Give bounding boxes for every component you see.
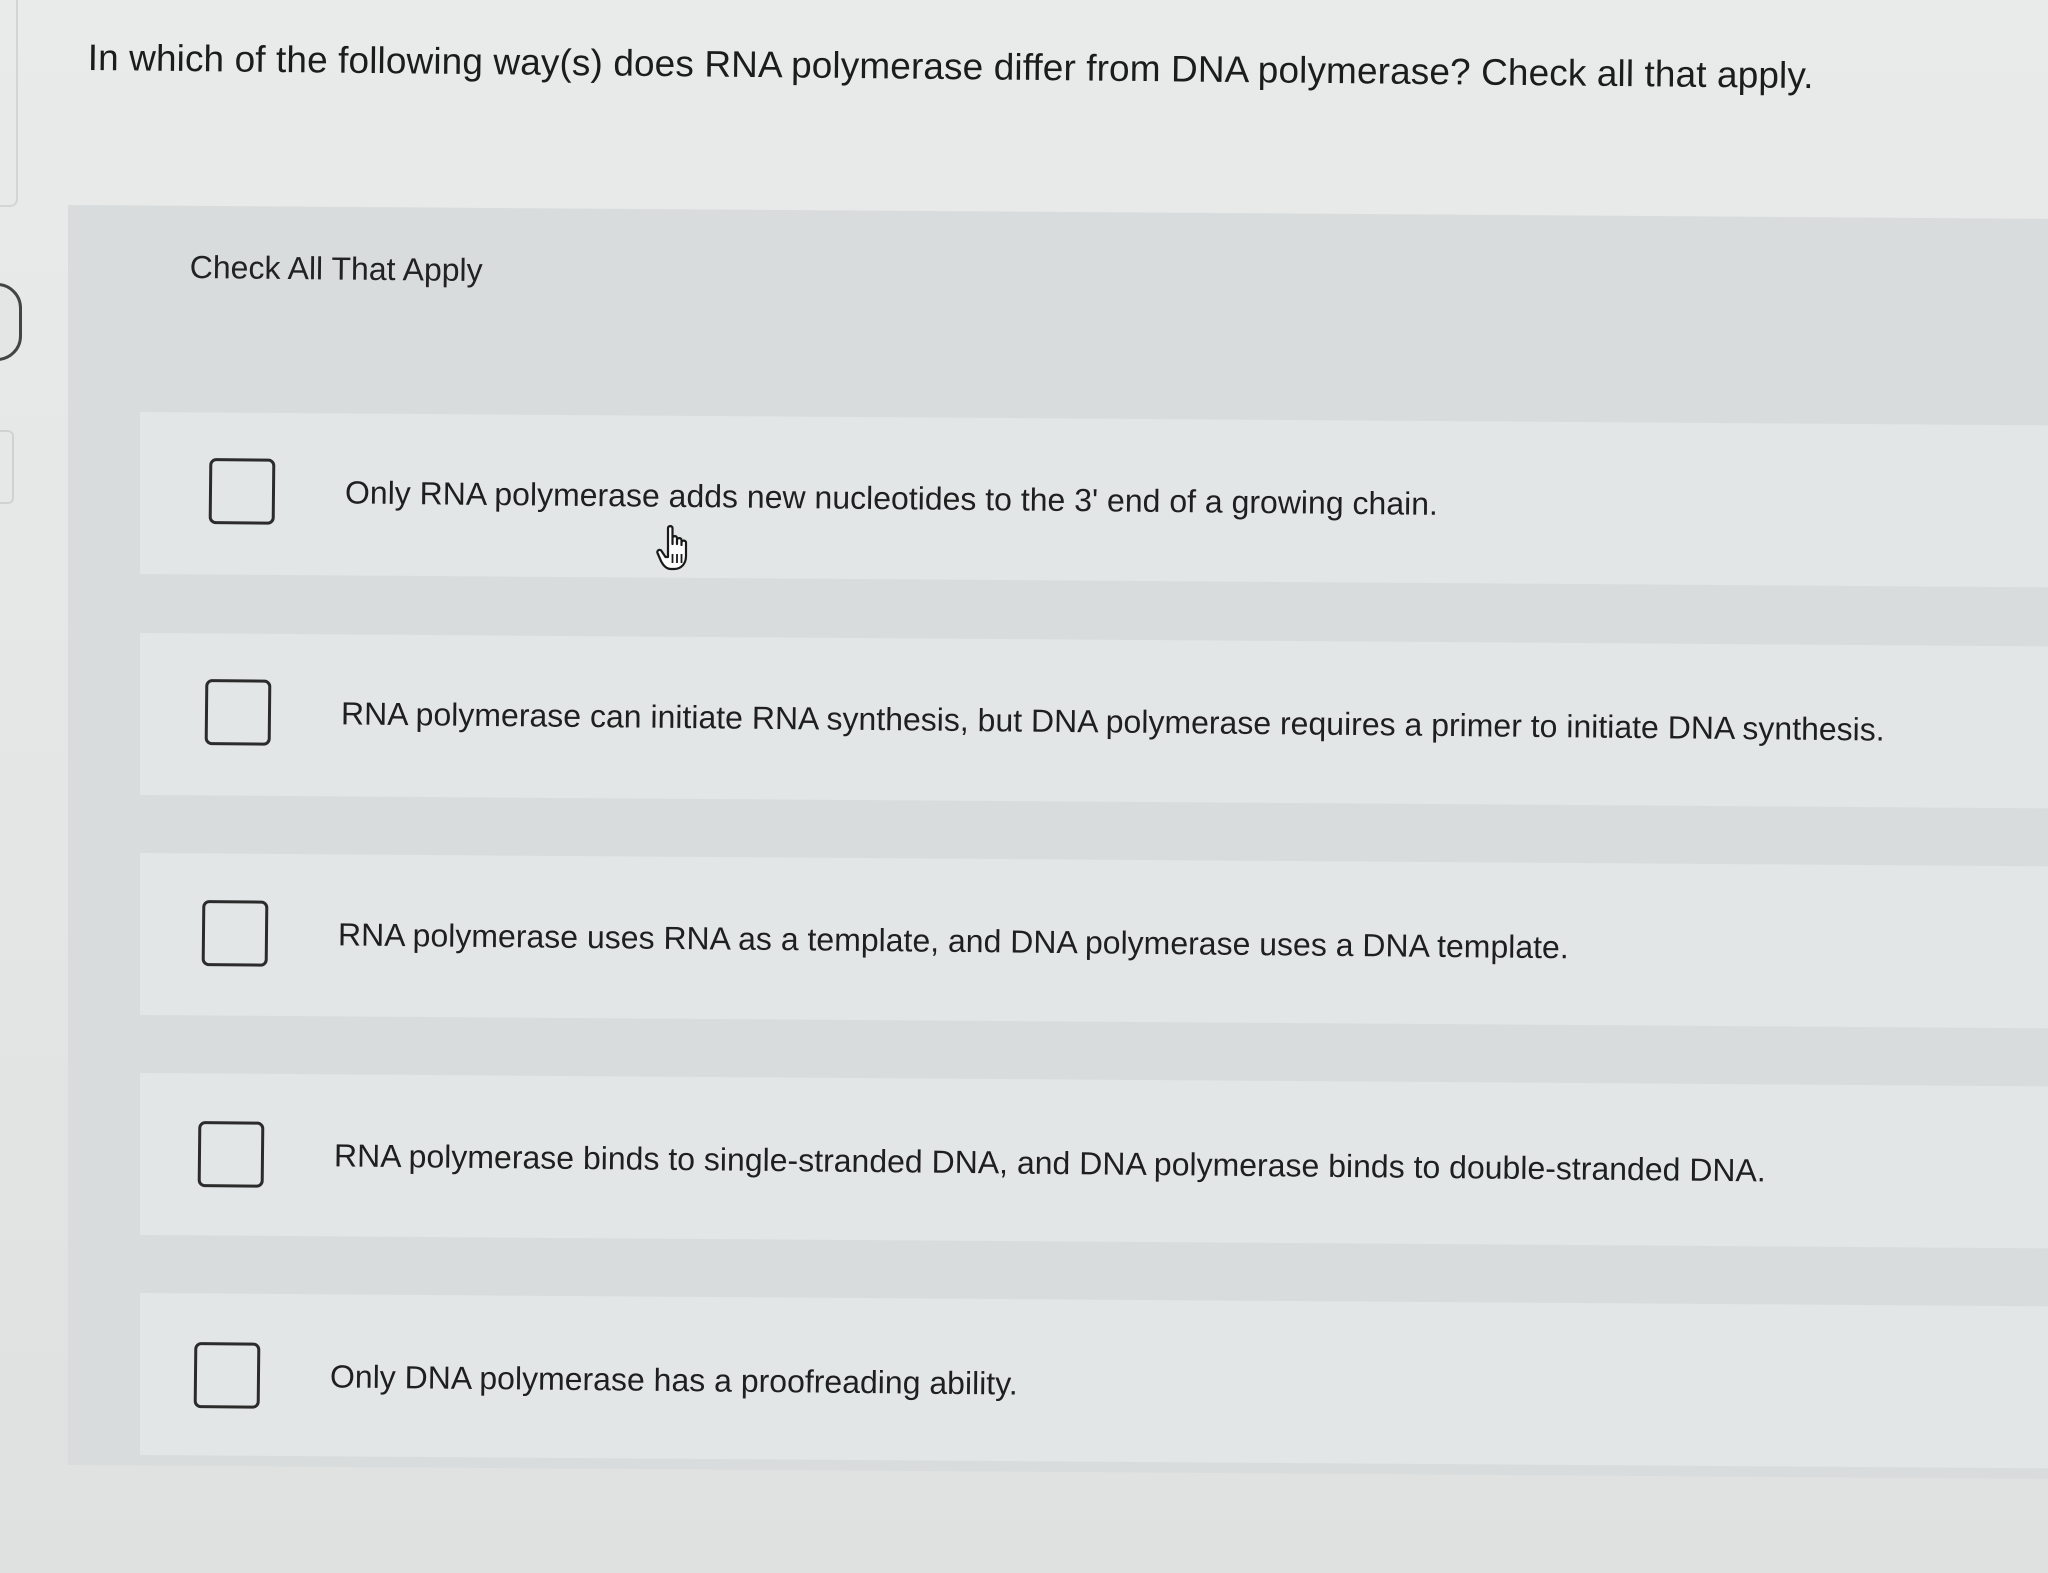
checkbox-option-2[interactable] — [204, 679, 272, 746]
hand-pointer-icon — [656, 525, 688, 571]
checkbox-option-1[interactable] — [208, 458, 276, 525]
checkbox-option-5[interactable] — [193, 1342, 261, 1409]
option-1[interactable]: Only RNA polymerase adds new nucleotides… — [208, 458, 1439, 537]
left-edge-frame — [0, 0, 18, 207]
option-2-label: RNA polymerase can initiate RNA synthesi… — [340, 695, 1885, 748]
answer-panel — [68, 205, 2048, 1479]
panel-header: Check All That Apply — [189, 248, 483, 289]
option-5-label: Only DNA polymerase has a proofreading a… — [329, 1358, 1018, 1402]
page-background: In which of the following way(s) does RN… — [0, 0, 2048, 1573]
question-prompt: In which of the following way(s) does RN… — [87, 36, 1814, 97]
option-5[interactable]: Only DNA polymerase has a proofreading a… — [193, 1342, 1018, 1417]
option-4-label: RNA polymerase binds to single-stranded … — [333, 1137, 1766, 1189]
side-tab-handle[interactable] — [0, 283, 22, 361]
checkbox-option-3[interactable] — [201, 900, 269, 967]
checkbox-option-4[interactable] — [197, 1121, 265, 1188]
option-1-label: Only RNA polymerase adds new nucleotides… — [344, 474, 1439, 522]
side-tab-secondary[interactable] — [0, 430, 14, 504]
option-3-label: RNA polymerase uses RNA as a template, a… — [337, 916, 1569, 966]
